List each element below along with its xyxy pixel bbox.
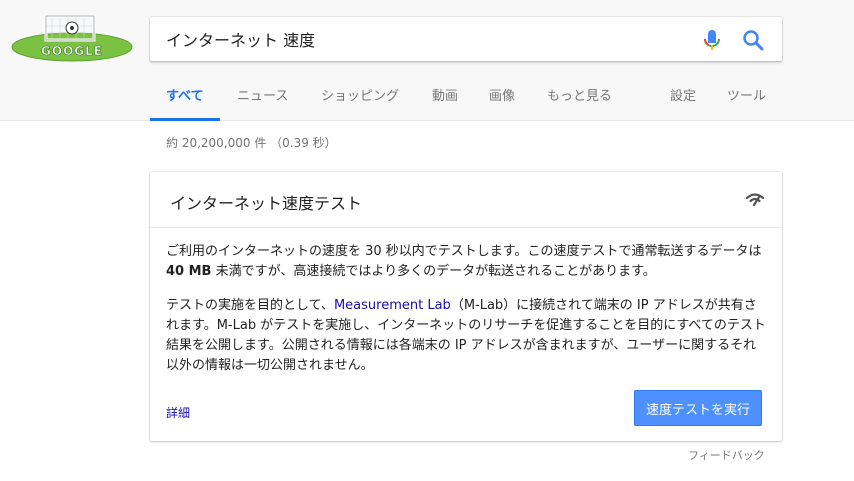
tab-images[interactable]: 画像	[489, 82, 515, 121]
description-text-end: 未満ですが、高速接続ではより多くのデータが転送されることがあります。	[211, 264, 656, 279]
search-tabs: すべて ニュース ショッピング 動画 画像 もっと見る 設定 ツール	[150, 82, 790, 121]
svg-text:GOOGLE: GOOGLE	[41, 44, 103, 58]
search-input[interactable]	[166, 17, 696, 61]
speed-test-card: インターネット速度テスト ご利用のインターネットの速度を 30 秒以内でテストし…	[150, 172, 782, 441]
privacy-text: テストの実施を目的として、	[166, 298, 334, 313]
header: GOOGLE すべて ニュース ショッピング 動画 画像 もっと見る 設定 ツー…	[0, 0, 854, 121]
description-text: ご利用のインターネットの速度を 30 秒以内でテストします。この速度テストで通常…	[166, 244, 762, 259]
tab-videos[interactable]: 動画	[432, 82, 458, 121]
feedback-link[interactable]: フィードバック	[688, 447, 765, 463]
tab-news[interactable]: ニュース	[237, 82, 288, 121]
search-box[interactable]	[150, 17, 782, 61]
card-header: インターネット速度テスト	[150, 172, 782, 228]
tab-tools[interactable]: ツール	[727, 82, 766, 121]
run-speed-test-button[interactable]: 速度テストを実行	[634, 390, 762, 426]
privacy-paragraph: テストの実施を目的として、Measurement Lab（M-Lab）に接続され…	[166, 296, 766, 376]
mic-icon[interactable]	[702, 29, 722, 51]
data-size: 40 MB	[166, 264, 212, 279]
measurement-lab-link[interactable]: Measurement Lab	[334, 298, 451, 313]
speed-icon	[746, 193, 764, 206]
tab-more[interactable]: もっと見る	[547, 82, 612, 121]
tab-shopping[interactable]: ショッピング	[321, 82, 399, 121]
google-doodle-logo[interactable]: GOOGLE	[10, 12, 134, 64]
tab-settings[interactable]: 設定	[670, 82, 696, 121]
tab-all[interactable]: すべて	[150, 82, 220, 121]
card-title: インターネット速度テスト	[170, 194, 363, 213]
result-stats: 約 20,200,000 件 （0.39 秒）	[166, 136, 337, 150]
details-link[interactable]: 詳細	[166, 404, 190, 421]
description-paragraph: ご利用のインターネットの速度を 30 秒以内でテストします。この速度テストで通常…	[166, 242, 766, 282]
search-icon[interactable]	[742, 29, 764, 51]
